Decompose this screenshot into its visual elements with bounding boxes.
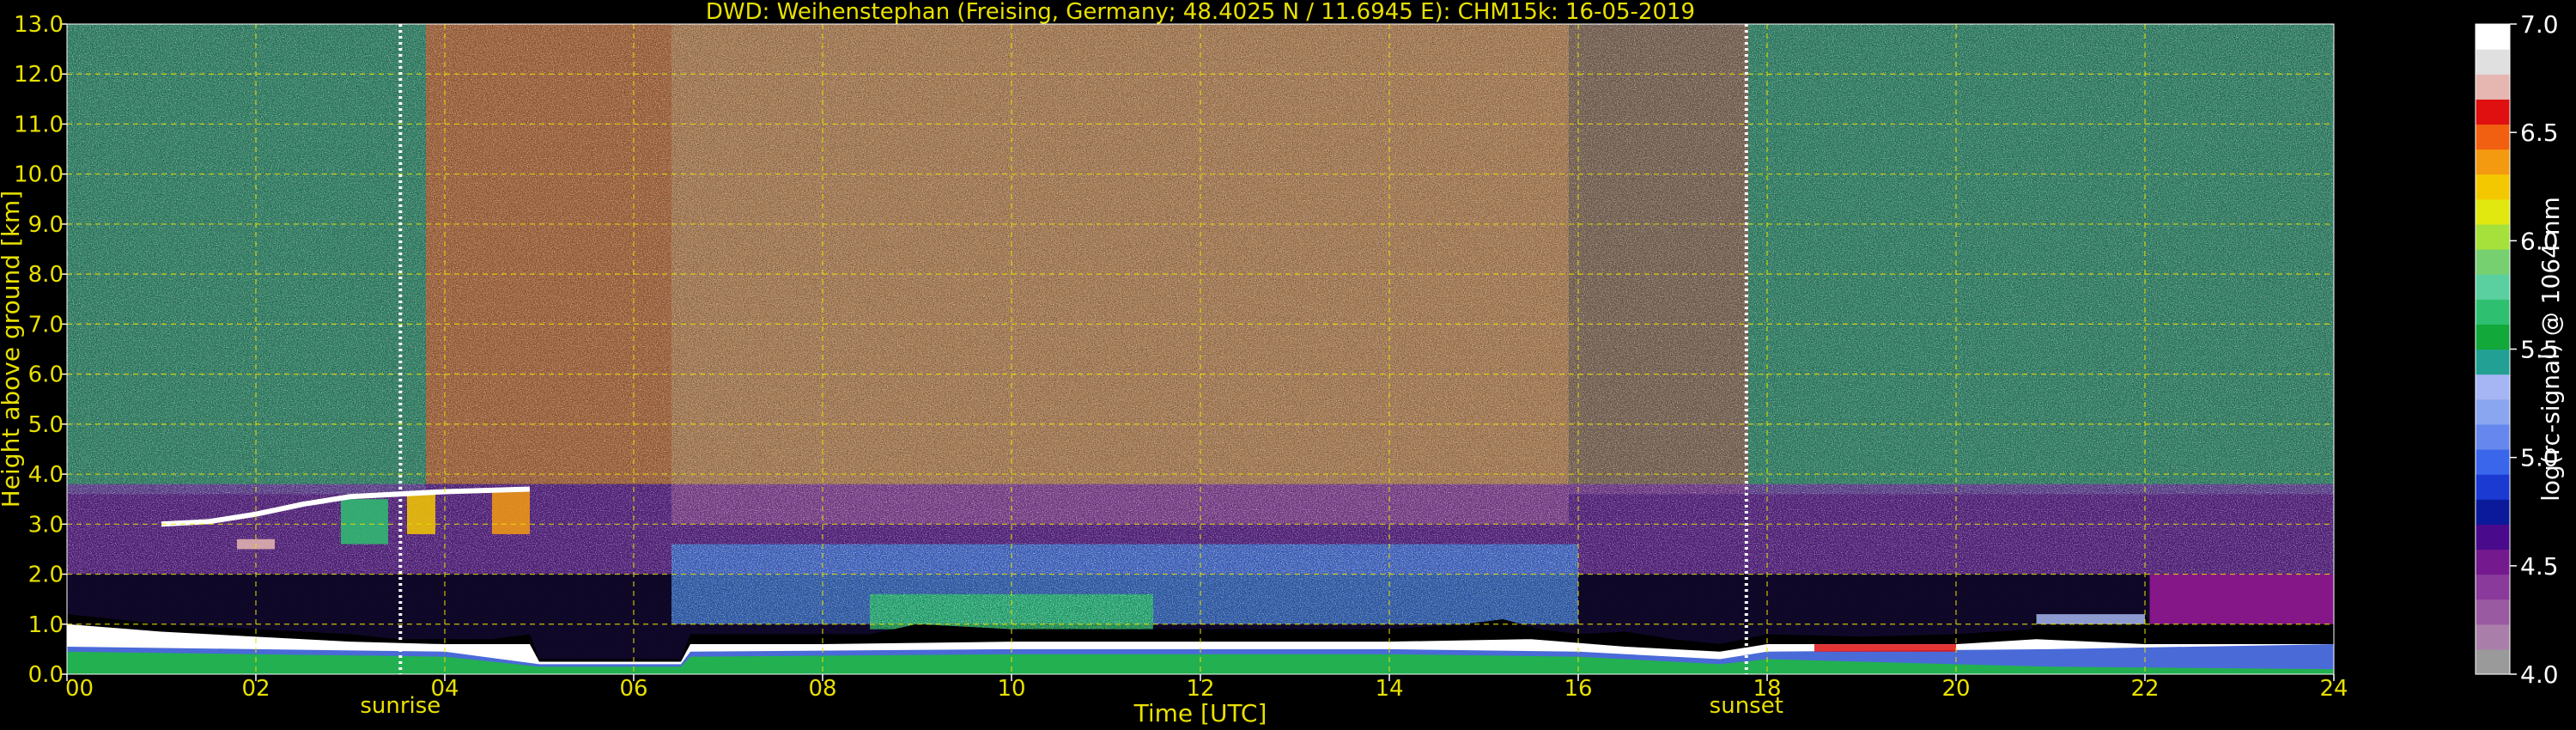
x-tick-label: 02 [241, 676, 270, 702]
colorbar-tick-label: 7.0 [2520, 10, 2559, 39]
colorbar-label: log(rc-signal) @ 1064 nm [2537, 197, 2565, 502]
x-axis-label: Time [UTC] [1133, 699, 1267, 727]
colorbar-segment [2476, 49, 2510, 75]
colorbar-segment [2476, 648, 2510, 675]
x-tick-label: 00 [65, 676, 94, 702]
sun-event-label: sunrise [360, 693, 440, 719]
y-tick-label: 2.0 [28, 563, 64, 588]
chart-title: DWD: Weihenstephan (Freising, Germany; 4… [706, 0, 1695, 25]
y-tick-label: 11.0 [14, 112, 64, 137]
colorbar-tick-label: 4.0 [2520, 660, 2559, 689]
colorbar-tick-label: 4.5 [2520, 552, 2559, 581]
cloud-patch [1814, 644, 1956, 652]
ceilometer-chart: DWD: Weihenstephan (Freising, Germany; 4… [0, 0, 2565, 727]
colorbar-segment [2476, 499, 2510, 525]
colorbar-segment [2476, 173, 2510, 200]
x-tick-label: 22 [2130, 676, 2159, 702]
colorbar-segment [2476, 423, 2510, 450]
colorbar-segment [2476, 574, 2510, 600]
x-tick-label: 08 [808, 676, 836, 702]
colorbar-segment [2476, 24, 2510, 50]
cloud-patch [2036, 614, 2145, 624]
y-tick-label: 0.0 [28, 662, 64, 688]
colorbar-segment [2476, 549, 2510, 575]
y-tick-label: 13.0 [14, 12, 64, 38]
colorbar-segment [2476, 299, 2510, 325]
x-tick-label: 10 [997, 676, 1025, 702]
y-tick-label: 8.0 [28, 262, 64, 288]
y-axis-label: Height above ground [km] [0, 191, 25, 508]
y-tick-label: 12.0 [14, 62, 64, 88]
colorbar-segment [2476, 198, 2510, 225]
colorbar-segment [2476, 99, 2510, 125]
y-tick-label: 9.0 [28, 212, 64, 238]
sun-event-label: sunset [1710, 693, 1783, 719]
colorbar-segment [2476, 349, 2510, 375]
colorbar-segment [2476, 223, 2510, 250]
colorbar-segment [2476, 149, 2510, 175]
colorbar-segment [2476, 274, 2510, 300]
colorbar-segment [2476, 524, 2510, 551]
colorbar-segment [2476, 74, 2510, 100]
colorbar-segment [2476, 324, 2510, 350]
colorbar-segment [2476, 599, 2510, 625]
x-tick-label: 16 [1564, 676, 1592, 702]
y-tick-label: 5.0 [28, 412, 64, 438]
colorbar-segment [2476, 448, 2510, 475]
colorbar-segment [2476, 624, 2510, 650]
colorbar-segment [2476, 249, 2510, 275]
x-tick-label: 06 [619, 676, 647, 702]
colorbar [2475, 23, 2511, 675]
x-tick-label: 14 [1375, 676, 1403, 702]
y-tick-label: 3.0 [28, 512, 64, 538]
colorbar-segment [2476, 398, 2510, 425]
y-tick-label: 10.0 [14, 162, 64, 188]
y-tick-label: 1.0 [28, 612, 64, 638]
colorbar-segment [2476, 124, 2510, 150]
y-tick-label: 6.0 [28, 362, 64, 388]
colorbar-segment [2476, 474, 2510, 500]
x-tick-label: 20 [1941, 676, 1970, 702]
cloud-patch [2149, 574, 2334, 624]
cloud-patch [407, 494, 435, 534]
x-tick-label: 24 [2319, 676, 2348, 702]
colorbar-tick-label: 6.5 [2520, 119, 2559, 147]
y-tick-label: 7.0 [28, 312, 64, 338]
cloud-patch [492, 489, 530, 534]
colorbar-segment [2476, 374, 2510, 400]
y-tick-label: 4.0 [28, 462, 64, 488]
x-tick-label: 12 [1186, 676, 1214, 702]
cloud-patch [341, 499, 388, 544]
ceilometer-figure: DWD: Weihenstephan (Freising, Germany; 4… [0, 0, 2576, 730]
